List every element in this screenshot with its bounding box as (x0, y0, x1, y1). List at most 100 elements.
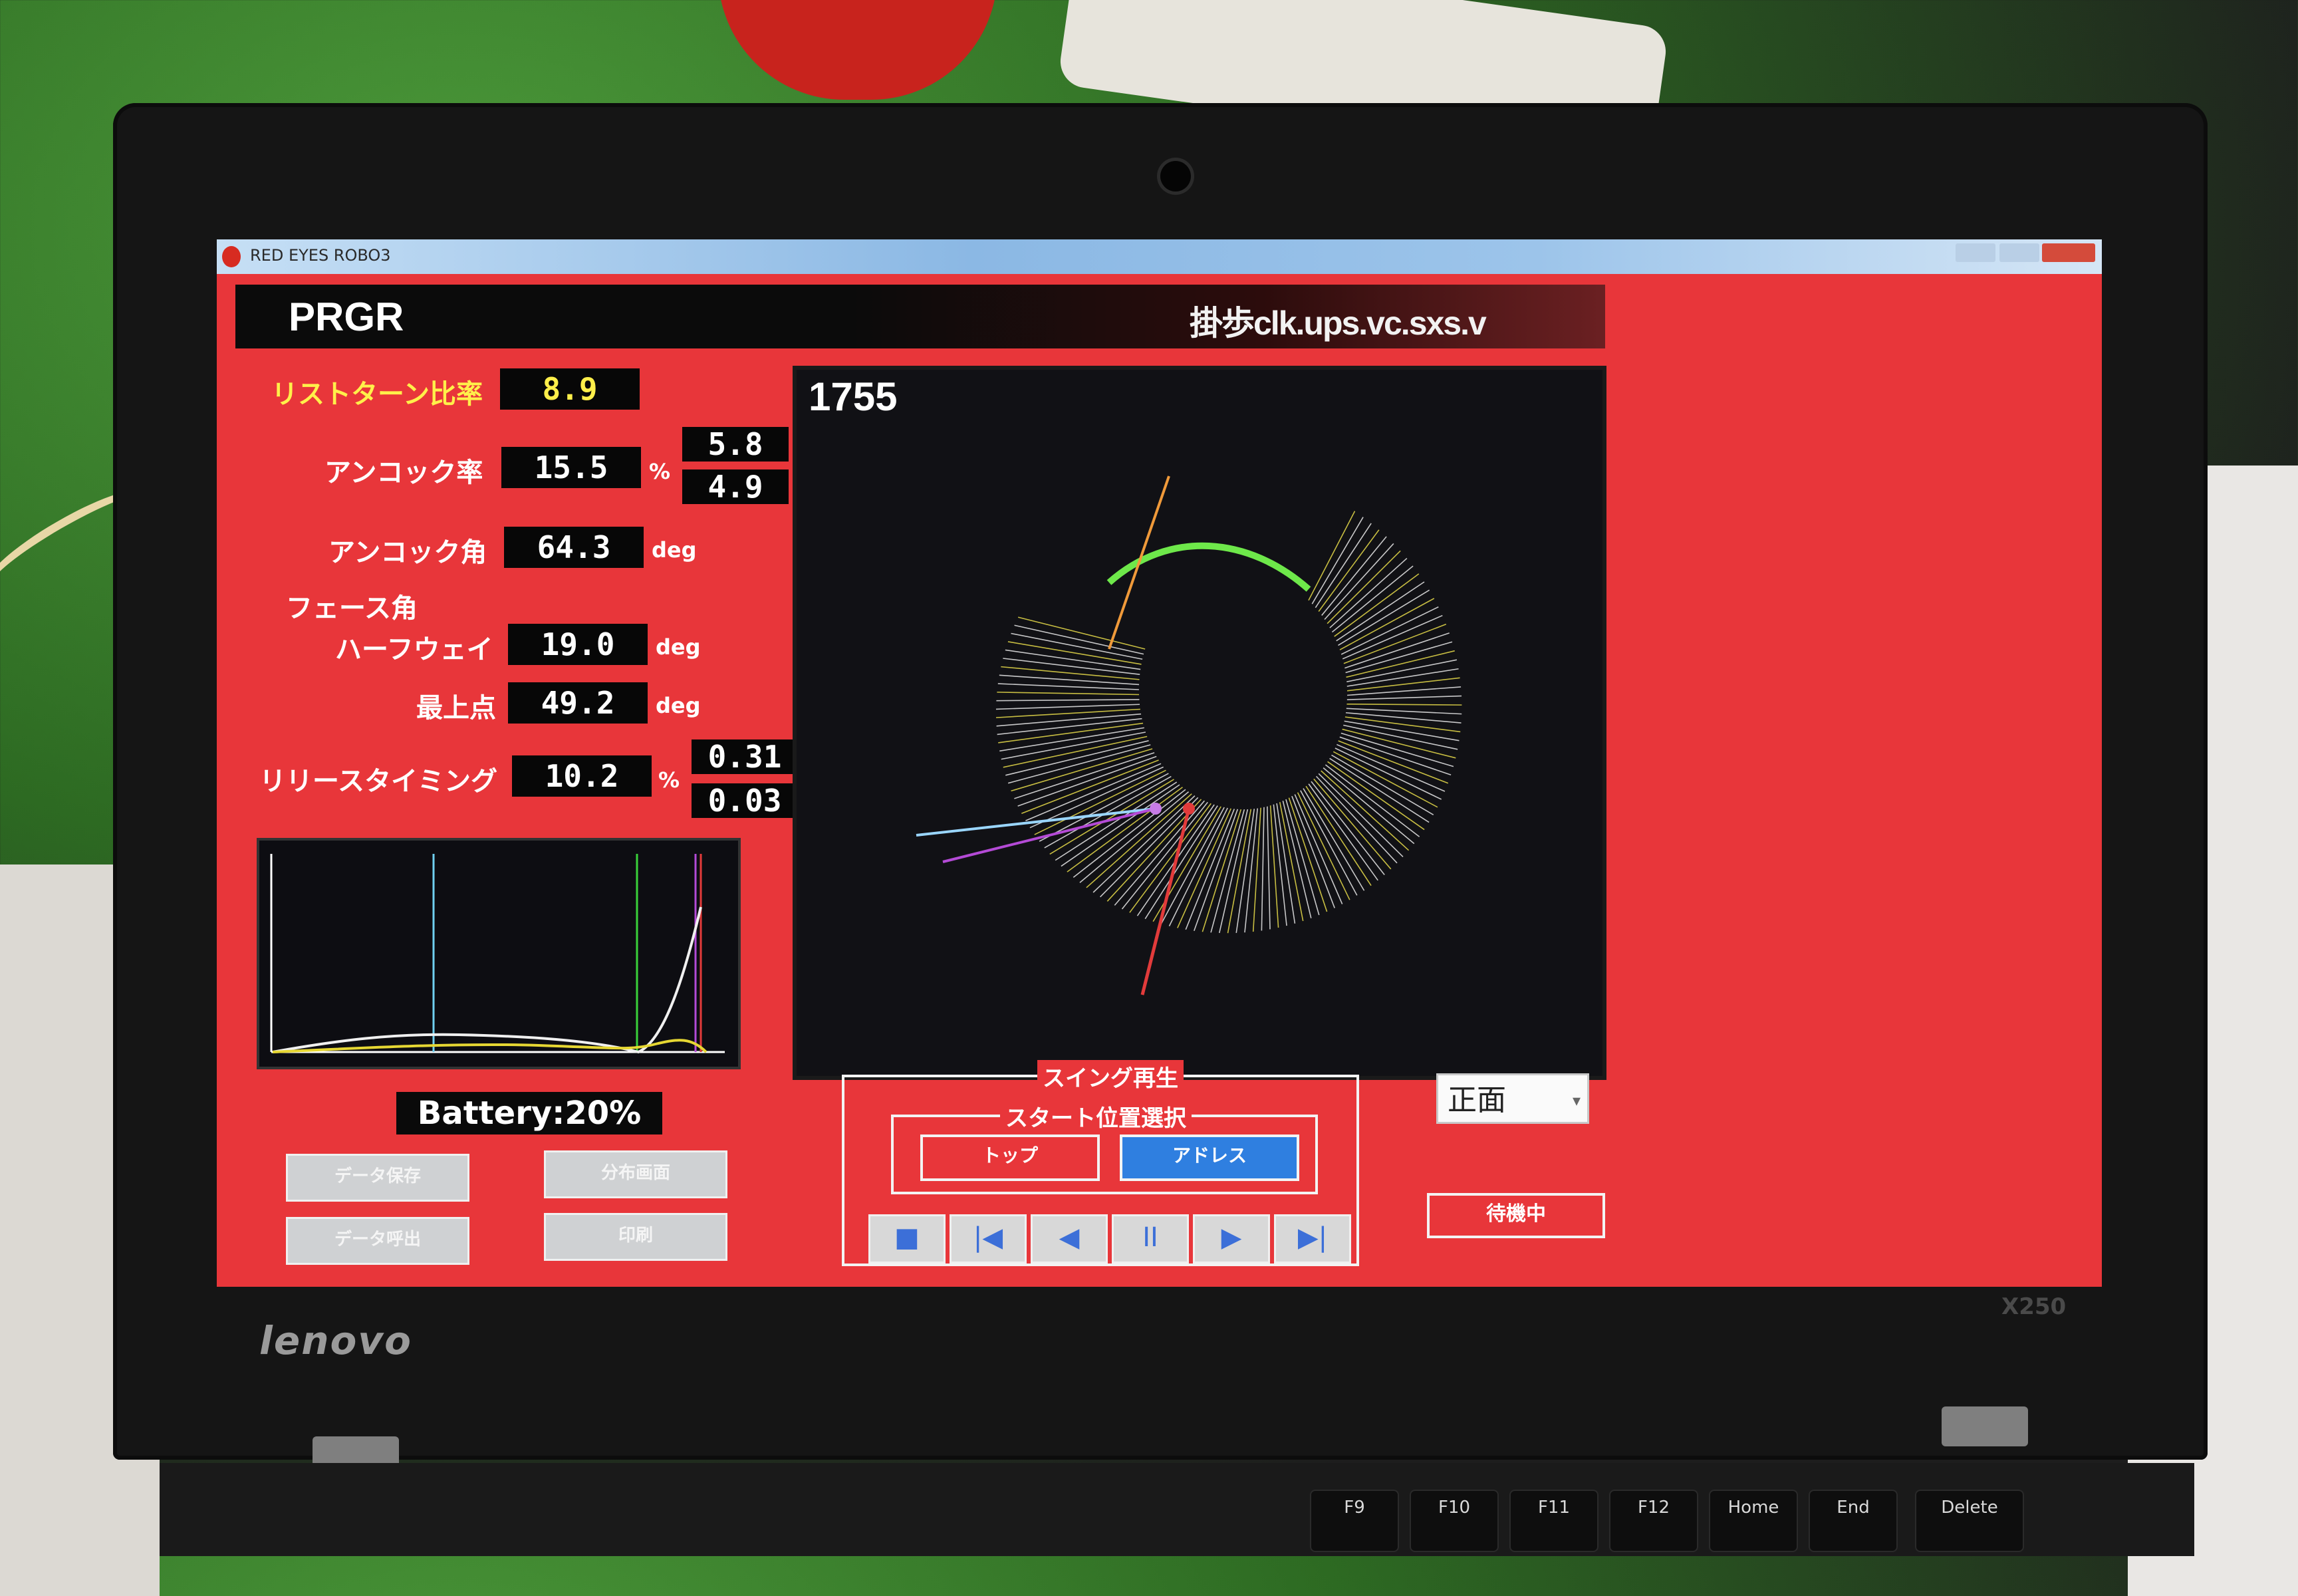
maximize-button[interactable] (1999, 243, 2039, 262)
swing-shaft-line (1329, 757, 1430, 823)
step-back-icon[interactable]: ◀ (1031, 1214, 1108, 1264)
frame-counter: 1755 (809, 374, 898, 419)
swing-shaft-line (1034, 769, 1166, 835)
key-end[interactable]: End (1809, 1490, 1898, 1552)
app-header: PRGR 掛歩clk.ups.vc.sxs.v (235, 285, 1605, 348)
uncock-angle-unit: deg (652, 537, 697, 563)
release-sub1: 0.31 (692, 739, 798, 774)
top-position-button[interactable]: トップ (920, 1134, 1100, 1181)
laptop-brand-logo: lenovo (259, 1318, 413, 1363)
hinge-right (1942, 1406, 2028, 1446)
pause-icon[interactable]: II (1112, 1214, 1189, 1264)
swing-shaft-line (997, 692, 1140, 696)
battery-indicator: Battery:20% (396, 1092, 662, 1134)
skip-end-icon[interactable]: ▶| (1274, 1214, 1351, 1264)
swing-shaft-line (1335, 747, 1442, 800)
key-delete[interactable]: Delete (1915, 1490, 2024, 1552)
swing-shaft-line (1282, 801, 1312, 918)
uncock-rate-value: 15.5 (501, 447, 641, 488)
swing-shaft-line (1327, 550, 1401, 624)
start-position-title: スタート位置選択 (1000, 1100, 1192, 1132)
top-point-unit: deg (656, 693, 701, 718)
uncock-angle-label: アンコック角 (328, 537, 487, 568)
swing-shaft-line (1061, 784, 1180, 867)
swing-shaft-line (1311, 517, 1364, 604)
swing-playback-group: スイング再生 スタート位置選択 トップ アドレス ■ |◀ ◀ II ▶ ▶| (842, 1060, 1359, 1266)
view-select-value: 正面 (1448, 1083, 1506, 1117)
swing-shaft-line (1334, 573, 1420, 637)
window-titlebar[interactable]: RED EYES ROBO3 (217, 239, 2102, 274)
swing-shaft-line (1291, 795, 1335, 908)
swing-shaft-line (1021, 759, 1159, 814)
swing-shaft-line (1333, 751, 1438, 808)
address-position-button[interactable]: アドレス (1120, 1134, 1299, 1181)
wrist-turn-label: リストターン比率 (271, 379, 483, 410)
swing-shaft-line (1001, 732, 1146, 760)
swing-highlight-green (1106, 542, 1311, 592)
swing-graph-plot (270, 854, 725, 1054)
release-timing-value: 10.2 (512, 755, 652, 797)
key-f9[interactable]: F9 (1310, 1490, 1399, 1552)
swing-shaft-line (1346, 695, 1462, 700)
swing-line-blue (916, 807, 1156, 837)
swing-shaft-line (1073, 789, 1186, 878)
print-button[interactable]: 印刷 (544, 1213, 727, 1261)
swing-playback-title: スイング再生 (1037, 1060, 1184, 1093)
swing-shaft-line (997, 683, 1139, 690)
swing-shaft-line (996, 713, 1142, 727)
swing-trajectory (916, 475, 1462, 996)
webcam-icon (1160, 161, 1191, 192)
swing-shaft-line (1347, 686, 1462, 696)
close-button[interactable] (2042, 243, 2095, 262)
uncock-rate-sub2: 4.9 (682, 469, 789, 504)
top-point-value: 49.2 (508, 682, 648, 724)
swing-shaft-line (1267, 806, 1271, 930)
swing-shaft-line (1017, 755, 1157, 807)
swing-shaft-line (1346, 703, 1462, 706)
view-select[interactable]: 正面 ▾ (1436, 1073, 1589, 1124)
swing-shaft-line (1055, 781, 1178, 861)
background-cup (718, 0, 997, 100)
swing-3d-viewer[interactable]: 1755 (793, 366, 1606, 1080)
swing-shaft-line (1305, 785, 1372, 886)
swing-shaft-line (1345, 712, 1462, 724)
swing-shaft-line (1327, 761, 1425, 831)
file-name: 掛歩clk.ups.vc.sxs.v (1190, 305, 1487, 342)
app-icon (222, 246, 241, 267)
swing-shaft-line (1269, 805, 1279, 928)
halfway-value: 19.0 (508, 624, 648, 665)
swing-shaft-line (1011, 632, 1143, 660)
save-data-button[interactable]: データ保存 (286, 1154, 469, 1202)
swing-point-purple (1150, 803, 1162, 815)
start-position-group: スタート位置選択 トップ アドレス (891, 1100, 1318, 1194)
uncock-angle-value: 64.3 (504, 527, 644, 568)
status-indicator: 待機中 (1427, 1193, 1605, 1238)
swing-line-orange (1108, 475, 1170, 650)
swing-line-red (1140, 808, 1191, 996)
release-sub2: 0.03 (692, 783, 798, 818)
play-icon[interactable]: ▶ (1193, 1214, 1270, 1264)
swing-shaft-line (1261, 807, 1265, 931)
key-f11[interactable]: F11 (1509, 1490, 1598, 1552)
swing-shaft-line (1218, 809, 1249, 934)
swing-shaft-line (1346, 708, 1462, 715)
swing-shaft-line (1324, 543, 1394, 620)
distribution-button[interactable]: 分布画面 (544, 1150, 727, 1198)
stop-icon[interactable]: ■ (868, 1214, 946, 1264)
swing-point-red (1183, 803, 1195, 815)
uncock-rate-sub1: 5.8 (682, 427, 789, 462)
minimize-button[interactable] (1956, 243, 1995, 262)
uncock-rate-label: アンコック率 (324, 458, 483, 488)
key-f10[interactable]: F10 (1410, 1490, 1499, 1552)
swing-shaft-line (1014, 624, 1144, 655)
window-controls (1956, 243, 2095, 263)
swing-shaft-line (1308, 511, 1356, 601)
swing-graph (257, 838, 741, 1069)
key-home[interactable]: Home (1709, 1490, 1798, 1552)
load-data-button[interactable]: データ呼出 (286, 1217, 469, 1265)
swing-shaft-line (1252, 807, 1261, 932)
skip-start-icon[interactable]: |◀ (950, 1214, 1027, 1264)
key-f12[interactable]: F12 (1609, 1490, 1698, 1552)
release-timing-label: リリースタイミング (259, 766, 497, 797)
wrist-turn-value: 8.9 (500, 368, 640, 410)
